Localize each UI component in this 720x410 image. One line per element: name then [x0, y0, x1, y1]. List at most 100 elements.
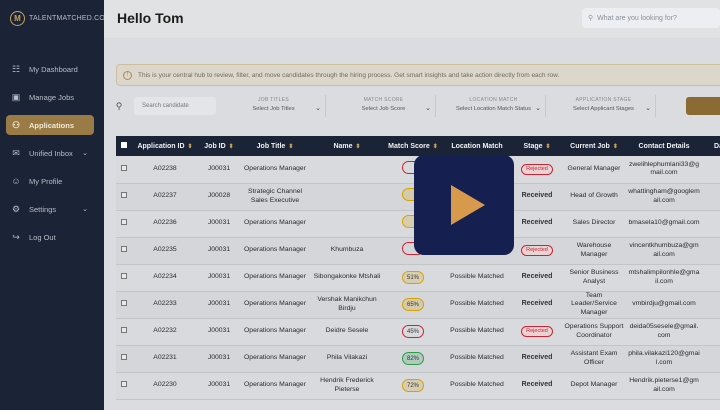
sidebar-item-my-profile[interactable]: ☺ My Profile — [6, 171, 94, 191]
column-header-label: Application ID — [137, 142, 185, 150]
row-checkbox[interactable] — [121, 380, 127, 387]
candidate-name-cell[interactable]: Vershak Manikchun Birdju — [310, 291, 384, 318]
contact-details-cell[interactable]: vmbirdju@gmail.com — [626, 291, 702, 318]
location-match-cell: Possible Matched — [450, 354, 504, 362]
stage-cell: Rejected — [512, 237, 562, 264]
stage-cell: Received — [512, 264, 562, 291]
candidate-search-input[interactable]: Search candidate — [134, 97, 216, 115]
contact-details-cell[interactable]: whattingham@googlemail.com — [626, 183, 702, 210]
sidebar-item-manage-jobs[interactable]: ▣ Manage Jobs — [6, 87, 94, 107]
sort-icon[interactable]: ⬍ — [433, 144, 438, 150]
candidate-name-cell[interactable]: Deidre Sesele — [310, 318, 384, 345]
sidebar-item-applications[interactable]: ⚇ Applications — [6, 115, 94, 135]
brand-logo[interactable]: M TALENTMATCHED.COM — [10, 11, 111, 26]
match-score-badge: 65% — [402, 298, 424, 311]
filter-job-titles-select[interactable]: JOB TITLES Select Job Titles ⌄ — [222, 95, 326, 117]
filter-match-score-select[interactable]: MATCH SCORE Select Job Score ⌄ — [332, 95, 436, 117]
candidate-name-cell[interactable]: Phila Vilakazi — [310, 345, 384, 372]
job-id-cell: J00031 — [207, 300, 231, 308]
sort-icon[interactable]: ⬍ — [188, 144, 193, 150]
filter-apply-button[interactable] — [686, 97, 720, 115]
application-id-cell: A02231 — [153, 354, 177, 362]
info-banner: ! This is your central hub to review, fi… — [116, 64, 720, 86]
column-header-location-match[interactable]: Location Match — [442, 136, 512, 156]
sort-icon[interactable]: ⬍ — [613, 144, 618, 150]
row-checkbox-cell — [116, 183, 132, 210]
stage-cell: Rejected — [512, 156, 562, 183]
current-job-cell: Warehouse Manager — [576, 242, 612, 258]
filter-value: Select Location Match Status — [455, 106, 532, 112]
contact-details-cell[interactable]: bmasela10@gmail.com — [626, 210, 702, 237]
row-checkbox[interactable] — [121, 326, 127, 333]
sidebar-item-label: My Dashboard — [29, 64, 78, 74]
column-header-label: Match Score — [388, 142, 430, 150]
candidate-name-cell[interactable]: Khumbuza — [310, 237, 384, 264]
row-checkbox[interactable] — [121, 191, 127, 198]
sidebar-item-label: Applications — [29, 120, 75, 130]
contact-details-cell[interactable]: phila.vilakazi120@gmail.com — [626, 345, 702, 372]
filter-application-stage-select[interactable]: APPLICATION STAGE Select Applicant Stages… — [552, 95, 656, 117]
sort-icon[interactable]: ⬍ — [356, 144, 361, 150]
contact-details-cell[interactable]: deida05sesele@gmail.com — [626, 318, 702, 345]
global-search-input[interactable]: ⚲ What are you looking for? — [582, 8, 720, 28]
row-checkbox[interactable] — [121, 272, 127, 279]
header-checkbox-cell — [116, 136, 132, 156]
current-job-cell: General Manager — [567, 165, 621, 172]
mail-icon: ✉ — [12, 147, 20, 158]
candidate-name-cell[interactable]: Hendrik Frederick Pieterse — [310, 372, 384, 399]
job-id-cell: J00031 — [207, 381, 231, 389]
application-id-cell: A02234 — [153, 273, 177, 281]
column-header-date-a[interactable]: Date A⬍ — [702, 136, 720, 156]
row-checkbox-cell — [116, 291, 132, 318]
table-row[interactable]: A02233 J00031 Operations Manager Vershak Ma… — [116, 291, 720, 318]
candidate-name-cell[interactable] — [310, 210, 384, 237]
table-row[interactable]: A02232 J00031 Operations Manager Deidre Ses… — [116, 318, 720, 345]
video-play-button[interactable] — [414, 155, 514, 255]
contact-details-cell[interactable]: zwelihlephumlani33@gmail.com — [626, 156, 702, 183]
column-header-match-score[interactable]: Match Score ⬍ — [384, 136, 442, 156]
contact-details-cell[interactable]: mtshalimpilonhle@gmail.com — [626, 264, 702, 291]
row-checkbox[interactable] — [121, 245, 127, 252]
column-header-job-title[interactable]: Job Title ⬍ — [240, 136, 310, 156]
column-header-label: Location Match — [451, 142, 503, 150]
job-id-cell: J00031 — [207, 354, 231, 362]
row-checkbox[interactable] — [121, 299, 127, 306]
column-header-name[interactable]: Name ⬍ — [310, 136, 384, 156]
sort-icon[interactable]: ⬍ — [546, 144, 551, 150]
play-icon — [451, 185, 485, 225]
people-icon: ⚇ — [11, 119, 21, 130]
contact-details-cell[interactable]: vincentkhumbuza@gmail.com — [626, 237, 702, 264]
column-header-stage[interactable]: Stage ⬍ — [512, 136, 562, 156]
column-header-contact-details[interactable]: Contact Details — [626, 136, 702, 156]
contact-details-cell[interactable]: Hendrik.pieterse1@gmail.com — [626, 372, 702, 399]
column-header-label: Job Title — [256, 142, 286, 150]
column-header-job-id[interactable]: Job ID ⬍ — [198, 136, 240, 156]
match-score-badge: 72% — [402, 379, 424, 392]
column-header-current-job[interactable]: Current Job ⬍ — [562, 136, 626, 156]
sidebar-item-log-out[interactable]: ↪ Log Out — [6, 227, 94, 247]
table-row[interactable]: A02231 J00031 Operations Manager Phila Vila… — [116, 345, 720, 372]
select-all-checkbox[interactable] — [121, 142, 127, 148]
candidate-name-cell[interactable] — [310, 183, 384, 210]
row-checkbox-cell — [116, 156, 132, 183]
sort-icon[interactable]: ⬍ — [288, 144, 293, 150]
current-job-cell: Head of Growth — [570, 192, 618, 200]
sidebar-item-unified-inbox[interactable]: ✉ Unified Inbox ⌄ — [6, 143, 94, 163]
table-header-row: Application ID ⬍ Job ID ⬍ Job Title ⬍ Name ⬍ Mat… — [116, 136, 720, 156]
search-icon: ⚲ — [588, 15, 594, 22]
sort-icon[interactable]: ⬍ — [229, 144, 234, 150]
logout-icon: ↪ — [12, 231, 20, 242]
application-id-cell: A02232 — [153, 327, 177, 335]
table-row[interactable]: A02230 J00031 Operations Manager Hendrik Fr… — [116, 372, 720, 399]
candidate-name-cell[interactable] — [310, 156, 384, 183]
row-checkbox[interactable] — [121, 164, 127, 171]
sidebar-item-settings[interactable]: ⚙ Settings ⌄ — [6, 199, 94, 219]
column-header-application-id[interactable]: Application ID ⬍ — [132, 136, 198, 156]
filter-location-match-select[interactable]: LOCATION MATCH Select Location Match Stat… — [442, 95, 546, 117]
row-checkbox[interactable] — [121, 218, 127, 225]
search-icon: ⚲ — [115, 100, 123, 111]
table-row[interactable]: A02234 J00031 Operations Manager Sibongakon… — [116, 264, 720, 291]
row-checkbox[interactable] — [121, 353, 127, 360]
candidate-name-cell[interactable]: Sibongakonke Mtshali — [310, 264, 384, 291]
sidebar-item-my-dashboard[interactable]: ☷ My Dashboard — [6, 59, 94, 79]
